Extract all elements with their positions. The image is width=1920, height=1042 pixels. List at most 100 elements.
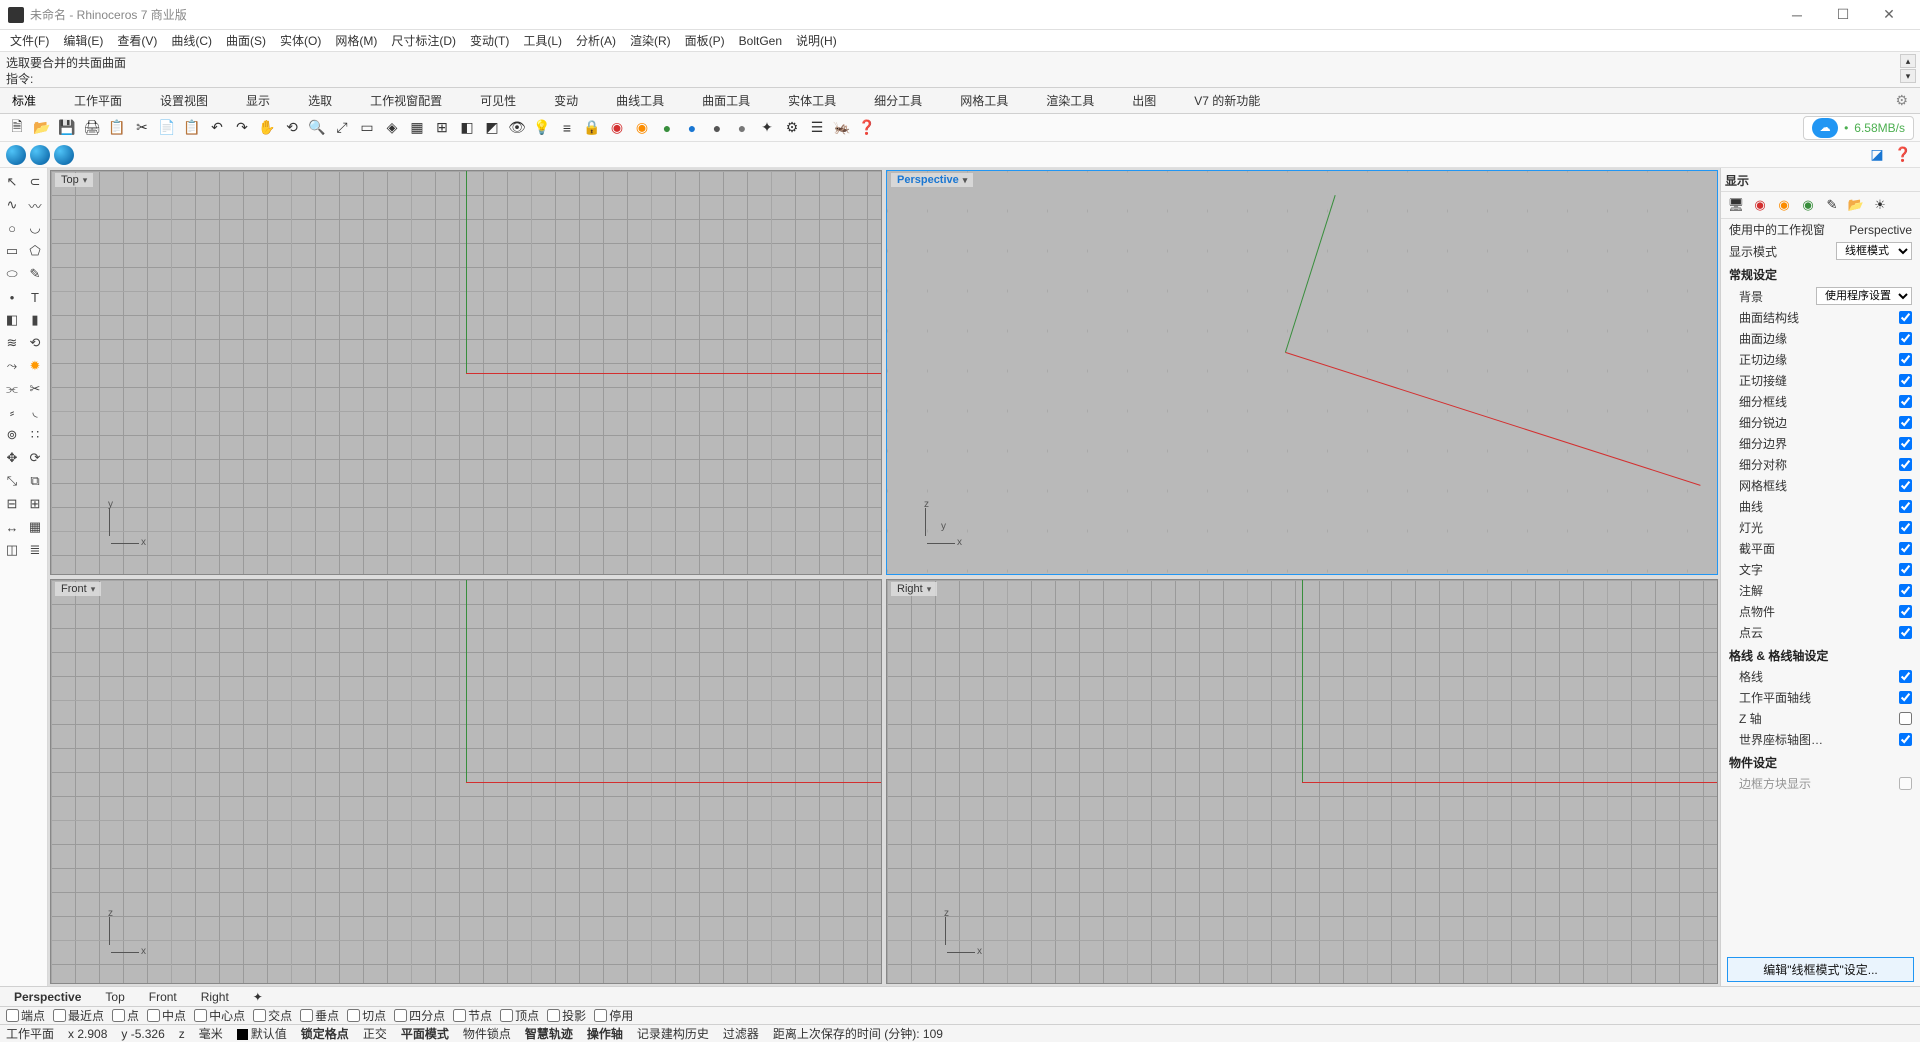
paste2-icon[interactable]: 📋 [181, 117, 203, 139]
check-10[interactable] [1899, 521, 1912, 534]
status-planar[interactable]: 平面模式 [401, 1025, 449, 1042]
osnap-7[interactable]: 切点 [347, 1007, 386, 1024]
viewport-front[interactable]: Front▾ zx [50, 579, 882, 984]
osnap-9[interactable]: 节点 [453, 1007, 492, 1024]
options-icon[interactable]: ⚙ [781, 117, 803, 139]
grid-check-3[interactable] [1899, 733, 1912, 746]
cloud-status[interactable]: ☁ • 6.58MB/s [1803, 116, 1914, 140]
check-7[interactable] [1899, 458, 1912, 471]
tab-viewport-layout[interactable]: 工作视窗配置 [364, 88, 448, 113]
shade2-icon[interactable]: ● [681, 117, 703, 139]
spotlight-icon[interactable]: ✦ [756, 117, 778, 139]
viewport-right[interactable]: Right▾ zx [886, 579, 1718, 984]
curve-icon[interactable]: 〰 [25, 195, 45, 215]
osnap-6[interactable]: 垂点 [300, 1007, 339, 1024]
panel-mode-folder-icon[interactable]: 📂 [1847, 196, 1865, 214]
vptab-right[interactable]: Right [195, 988, 235, 1006]
sweep-icon[interactable]: ⤳ [2, 356, 22, 376]
xray-icon[interactable]: ● [731, 117, 753, 139]
osnap-check-12[interactable] [594, 1009, 607, 1022]
polyline-icon[interactable]: ∿ [2, 195, 22, 215]
check-1[interactable] [1899, 332, 1912, 345]
tab-curve-tools[interactable]: 曲线工具 [610, 88, 670, 113]
hide-icon[interactable]: 💡 [531, 117, 553, 139]
menu-curve[interactable]: 曲线(C) [165, 30, 218, 51]
panel-mode-env-icon[interactable]: ◉ [1799, 196, 1817, 214]
render-mode-icon[interactable] [6, 145, 26, 165]
tabbar-gear-icon[interactable]: ⚙ [1889, 92, 1914, 109]
move-icon[interactable]: ✥ [2, 448, 22, 468]
edit-display-mode-button[interactable]: 编辑"线框模式"设定... [1727, 957, 1914, 982]
tab-drafting[interactable]: 出图 [1126, 88, 1162, 113]
dim-icon[interactable]: ↔ [2, 517, 22, 537]
vptab-add-icon[interactable]: ✦ [247, 988, 269, 1006]
check-13[interactable] [1899, 584, 1912, 597]
panel-mode-pen-icon[interactable]: ✎ [1823, 196, 1841, 214]
rectangle-icon[interactable]: ▭ [2, 241, 22, 261]
background-select[interactable]: 使用程序设置 [1816, 287, 1912, 305]
status-smarttrack[interactable]: 智慧轨迹 [525, 1025, 573, 1042]
osnap-check-0[interactable] [6, 1009, 19, 1022]
tab-mesh-tools[interactable]: 网格工具 [954, 88, 1014, 113]
vptab-perspective[interactable]: Perspective [8, 988, 87, 1006]
join-icon[interactable]: ⫘ [2, 379, 22, 399]
panel-toggle-icon[interactable]: ◪ [1866, 144, 1888, 166]
menu-surface[interactable]: 曲面(S) [220, 30, 272, 51]
osnap-check-3[interactable] [147, 1009, 160, 1022]
render-mode2-icon[interactable] [30, 145, 50, 165]
check-6[interactable] [1899, 437, 1912, 450]
pan-icon[interactable]: ✋ [256, 117, 278, 139]
shade-icon[interactable]: ● [656, 117, 678, 139]
lock-icon[interactable]: 🔒 [581, 117, 603, 139]
zoom-icon[interactable]: 🔍 [306, 117, 328, 139]
tab-visibility[interactable]: 可见性 [474, 88, 522, 113]
viewport-label-right[interactable]: Right▾ [891, 582, 937, 596]
trim-icon[interactable]: ✂ [25, 379, 45, 399]
osnap-check-6[interactable] [300, 1009, 313, 1022]
status-history[interactable]: 记录建构历史 [637, 1025, 709, 1042]
setcplane-icon[interactable]: ◩ [481, 117, 503, 139]
osnap-check-11[interactable] [547, 1009, 560, 1022]
menu-dimension[interactable]: 尺寸标注(D) [385, 30, 462, 51]
point-icon[interactable]: • [2, 287, 22, 307]
scale-icon[interactable]: ⤡ [2, 471, 22, 491]
save-file-icon[interactable]: 💾 [56, 117, 78, 139]
tab-surface-tools[interactable]: 曲面工具 [696, 88, 756, 113]
check-4[interactable] [1899, 395, 1912, 408]
osnap-3[interactable]: 中点 [147, 1007, 186, 1024]
osnap-check-2[interactable] [112, 1009, 125, 1022]
obj-bbox-check[interactable] [1899, 777, 1912, 790]
layers-icon[interactable]: ≡ [556, 117, 578, 139]
check-8[interactable] [1899, 479, 1912, 492]
menu-render[interactable]: 渲染(R) [624, 30, 677, 51]
menu-edit[interactable]: 编辑(E) [57, 30, 109, 51]
osnap-4[interactable]: 中心点 [194, 1007, 245, 1024]
osnap-12[interactable]: 停用 [594, 1007, 633, 1024]
check-9[interactable] [1899, 500, 1912, 513]
surface-icon[interactable]: ◧ [2, 310, 22, 330]
menu-view[interactable]: 查看(V) [111, 30, 163, 51]
osnap-check-5[interactable] [253, 1009, 266, 1022]
render-preview-icon[interactable]: ◉ [631, 117, 653, 139]
named-view-icon[interactable]: ▦ [406, 117, 428, 139]
viewport-perspective[interactable]: Perspective▾ zx y [886, 170, 1718, 575]
status-osnap[interactable]: 物件锁点 [463, 1025, 511, 1042]
mirror-icon[interactable]: ⧉ [25, 471, 45, 491]
menu-analyze[interactable]: 分析(A) [570, 30, 622, 51]
rotate-view-icon[interactable]: ⟲ [281, 117, 303, 139]
close-button[interactable]: ✕ [1866, 0, 1912, 30]
tab-render-tools[interactable]: 渲染工具 [1040, 88, 1100, 113]
lasso-icon[interactable]: ⊂ [25, 172, 45, 192]
tab-setview[interactable]: 设置视图 [154, 88, 214, 113]
offset-icon[interactable]: ⊚ [2, 425, 22, 445]
polygon-icon[interactable]: ⬠ [25, 241, 45, 261]
menu-transform[interactable]: 变动(T) [464, 30, 515, 51]
new-file-icon[interactable]: 🗎 [6, 117, 28, 139]
zoom-selected-icon[interactable]: ◈ [381, 117, 403, 139]
panel-mode-material-icon[interactable]: ◉ [1775, 196, 1793, 214]
revolve-icon[interactable]: ⟲ [25, 333, 45, 353]
tab-transform[interactable]: 变动 [548, 88, 584, 113]
status-filter[interactable]: 过滤器 [723, 1025, 759, 1042]
menu-boltgen[interactable]: BoltGen [733, 32, 788, 50]
status-units[interactable]: 毫米 [199, 1025, 223, 1042]
